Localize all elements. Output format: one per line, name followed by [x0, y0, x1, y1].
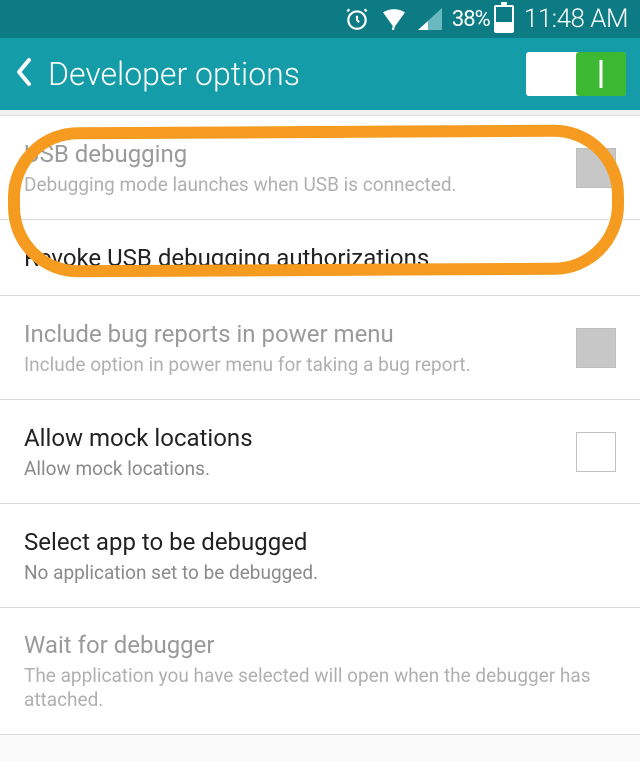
action-bar: Developer options: [0, 38, 640, 110]
settings-list: USB debugging Debugging mode launches wh…: [0, 116, 640, 735]
row-bug-reports[interactable]: Include bug reports in power menu Includ…: [0, 296, 640, 400]
row-title: Select app to be debugged: [24, 527, 616, 557]
wifi-icon: [380, 8, 408, 30]
row-wait-for-debugger[interactable]: Wait for debugger The application you ha…: [0, 608, 640, 735]
row-usb-debugging[interactable]: USB debugging Debugging mode launches wh…: [0, 116, 640, 220]
battery-icon: [494, 5, 514, 33]
mock-locations-checkbox[interactable]: [576, 432, 616, 472]
row-select-debug-app[interactable]: Select app to be debugged No application…: [0, 504, 640, 608]
row-title: Revoke USB debugging authorizations: [24, 243, 616, 273]
status-bar: 38% 11:48 AM: [0, 0, 640, 38]
row-subtitle: The application you have selected will o…: [24, 664, 616, 712]
status-icons: 38% 11:48 AM: [344, 4, 628, 34]
page-title: Developer options: [48, 55, 512, 93]
battery-percentage: 38%: [452, 7, 490, 32]
toggle-knob-on: [576, 52, 626, 96]
row-revoke-authorizations[interactable]: Revoke USB debugging authorizations: [0, 220, 640, 296]
status-clock: 11:48 AM: [524, 4, 628, 34]
row-mock-locations[interactable]: Allow mock locations Allow mock location…: [0, 400, 640, 504]
battery-status: 38%: [452, 5, 514, 33]
row-subtitle: Debugging mode launches when USB is conn…: [24, 173, 560, 197]
developer-options-toggle[interactable]: [526, 52, 626, 96]
alarm-icon: [344, 6, 370, 32]
usb-debugging-checkbox[interactable]: [576, 148, 616, 188]
row-title: USB debugging: [24, 139, 560, 169]
back-button[interactable]: [14, 56, 34, 92]
row-subtitle: No application set to be debugged.: [24, 561, 616, 585]
row-title: Wait for debugger: [24, 630, 616, 660]
row-title: Allow mock locations: [24, 423, 560, 453]
bug-reports-checkbox[interactable]: [576, 328, 616, 368]
row-subtitle: Allow mock locations.: [24, 457, 560, 481]
row-subtitle: Include option in power menu for taking …: [24, 353, 560, 377]
signal-icon: [418, 8, 442, 30]
row-title: Include bug reports in power menu: [24, 319, 560, 349]
